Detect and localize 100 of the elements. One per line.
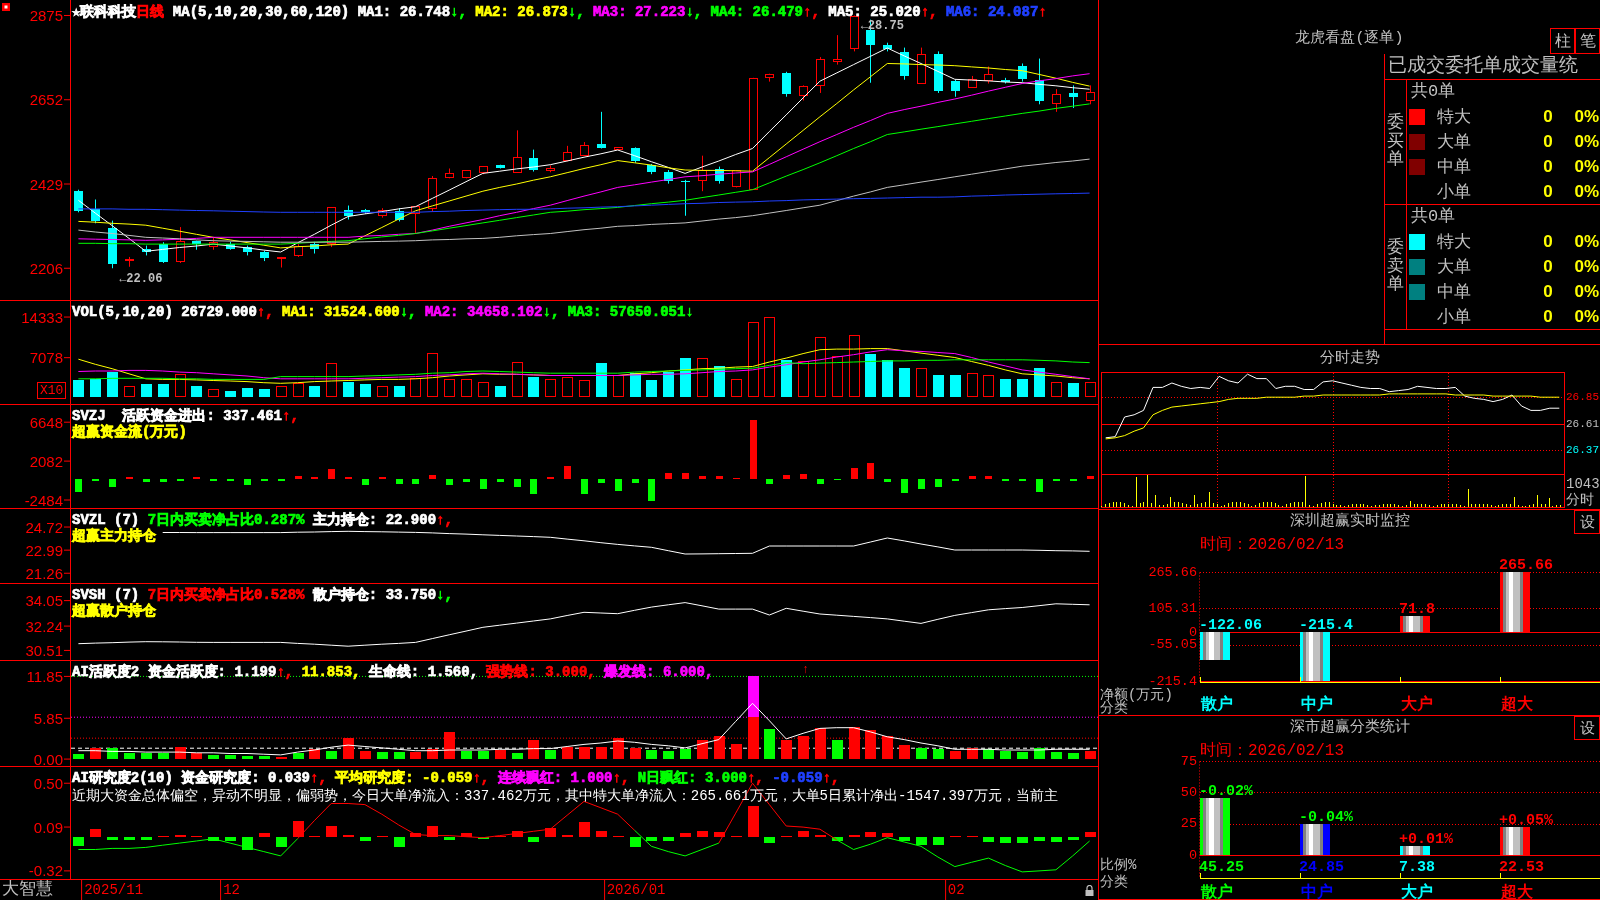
section-label: 委买单 [1387,113,1404,171]
padlock-icon [1085,885,1094,896]
axis-tick-label: 2206 [29,259,63,277]
date-label: 2025/11 [81,880,144,900]
bar-value-label: 265.66 [1499,557,1553,574]
bar-value-label: -215.4 [1299,617,1353,634]
order-share: 0% [1574,156,1600,177]
axis-tick-label: 0.50 [33,774,63,792]
order-count: 0 [1542,256,1554,277]
axis-tick-label: 0 [1188,847,1197,863]
axis-title: 分类 [1100,700,1128,715]
order-size-label: 中单 [1437,157,1472,178]
analysis-text: 近期大资金总体偏空，异动不明显，偏弱势，今日大单净流入：337.462万元，其中特大单净流入：265.661万元，大单5日累计净出-1547.397万元，当前主 [72,787,1058,805]
order-size-label: 大单 [1437,132,1472,153]
bar-value-label: 71.8 [1399,601,1435,618]
indicator-legend: VOL(5,10,20) 26729.000↑, MA1: 31524.600↓, MA2: 34658.102↓, MA3: 57650.051↓ [72,304,694,320]
category-label: 中户 [1301,884,1333,900]
order-total: 共0单 [1411,82,1456,101]
axis-tick-label: -215.4 [1148,673,1197,689]
view-toggle-button[interactable]: 柱 [1550,28,1575,54]
axis-title: 分类 [1100,874,1128,890]
section-label: 委卖单 [1387,238,1404,296]
order-count: 0 [1542,231,1554,252]
axis-title: 比例% [1100,857,1137,873]
bar-value-label: 45.25 [1199,858,1244,876]
panel-title: 深圳超赢实时监控 [1289,511,1410,532]
axis-caption: 分时 [1566,492,1594,508]
multiplier-label: X10 [37,382,67,399]
indicator-legend: SVSH (7) 7日内买卖净占比0.528% 散户持仓: 33.750↓, [72,587,453,603]
order-total: 共0单 [1411,207,1456,226]
panel-title: 深市超赢分类统计 [1289,717,1410,738]
category-label: 散户 [1201,884,1233,900]
order-count: 0 [1542,156,1554,177]
axis-tick-label: 50 [1180,784,1197,800]
order-size-label: 特大 [1437,232,1472,253]
order-count: 0 [1542,181,1554,202]
axis-tick-label: 34.05 [25,592,63,610]
settings-button[interactable]: 设 [1574,510,1600,534]
axis-tick-label: 32.24 [25,617,63,635]
axis-tick-label: 26.37 [1566,443,1599,456]
axis-tick-label: 75 [1180,753,1197,769]
order-size-label: 特大 [1437,107,1472,128]
axis-tick-label: 6648 [29,413,63,431]
axis-tick-label: 2875 [29,7,63,24]
axis-tick-label: 0.00 [33,750,63,766]
axis-tick-label: 30.51 [25,641,63,659]
axis-tick-label: -2484 [24,491,63,508]
axis-tick-label: 2652 [29,91,63,109]
chart-subtitle: 时间：2026/02/13 [1200,742,1344,760]
square-icon [2,3,10,11]
axis-tick-label: 105.31 [1148,600,1197,616]
axis-tick-label: 22.99 [25,541,63,559]
indicator-legend: SVZJ 活跃资金进出: 337.461↑, [72,408,299,424]
order-share: 0% [1574,131,1600,152]
bar-value-label: 7.38 [1399,858,1435,876]
change-label: +0.05% [1499,812,1553,829]
order-count: 0 [1542,106,1554,127]
axis-tick-label: 0 [1188,624,1197,640]
axis-tick-label: 5.85 [33,709,63,727]
panel-title: 分时走势 [1319,350,1380,367]
axis-tick-label: 11.85 [26,667,63,685]
indicator-title: 超赢主力持仓 [72,528,156,544]
axis-tick-label: -55.05 [1148,637,1197,653]
order-share: 0% [1574,181,1600,202]
axis-tick-label: 26.61 [1566,417,1599,430]
chart-annotation: ↑ [801,663,810,677]
indicator-title: 超赢资金流(万元) [72,424,187,440]
axis-tick-label: -0.32 [28,862,63,879]
settings-button[interactable]: 设 [1574,716,1600,740]
change-label: -0.04% [1299,809,1353,826]
order-count: 0 [1542,306,1554,327]
bar-value-label: -122.06 [1199,617,1262,634]
order-share: 0% [1574,231,1600,252]
axis-tick-label: 7078 [29,349,63,367]
bar-value-label: 24.85 [1299,858,1344,876]
order-size-label: 小单 [1437,182,1472,203]
indicator-legend: SVZL (7) 7日内买卖净占比0.287% 主力持仓: 22.900↑, [72,512,453,528]
category-label: 散户 [1201,696,1233,714]
panel-title: 龙虎看盘(逐单) [1295,29,1404,49]
category-label: 大户 [1401,884,1433,900]
date-label: 12 [220,880,240,900]
indicator-legend: ★联科科技日线 MA(5,10,20,30,60,120) MA1: 26.748↓, MA2: 26.873↓, MA3: 27.223↓, MA4: 26.479↑, MA5: 25.020↑, MA6: 24.087↑ [72,4,1047,20]
axis-tick-label: 24.72 [25,518,63,536]
order-size-label: 大单 [1437,257,1472,278]
order-size-label: 中单 [1437,282,1472,303]
axis-tick-label: 26.85 [1566,391,1599,404]
app-name: 大智慧 [1,880,54,900]
axis-max-label: 1043 [1566,476,1600,492]
axis-tick-label: 25 [1180,816,1197,832]
order-share: 0% [1574,281,1600,302]
axis-tick-label: 14333 [21,308,63,326]
chart-annotation: ←22.06 [119,272,163,287]
view-toggle-button[interactable]: 笔 [1575,28,1600,54]
axis-tick-label: 0.09 [33,818,63,836]
category-label: 超大 [1501,696,1533,714]
indicator-title: 超赢散户持仓 [72,603,156,619]
order-count: 0 [1542,131,1554,152]
chart-subtitle: 时间：2026/02/13 [1200,536,1344,554]
bar-value-label: 22.53 [1499,858,1544,876]
category-label: 中户 [1301,696,1333,714]
